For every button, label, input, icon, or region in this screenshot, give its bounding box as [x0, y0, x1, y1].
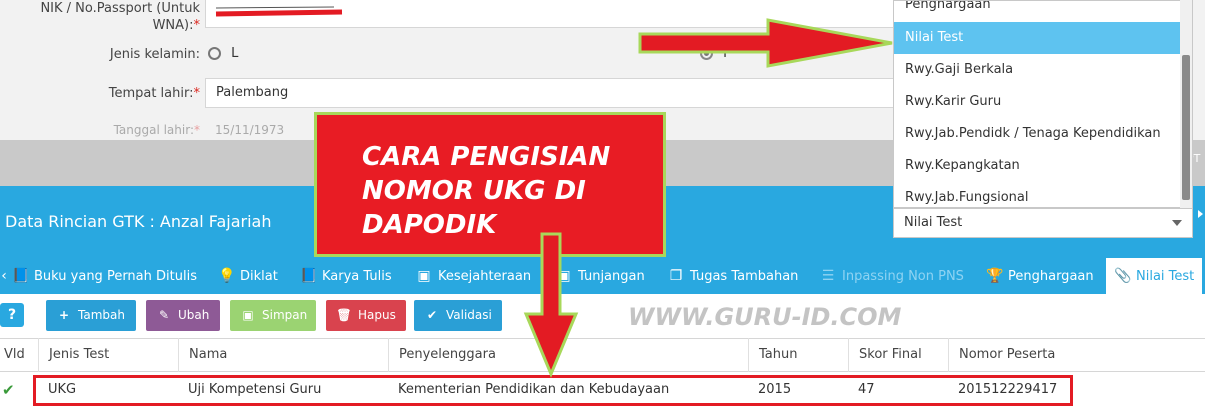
- tab-select[interactable]: Nilai Test: [893, 208, 1193, 238]
- tab-dropdown-list[interactable]: Penghargaan Nilai Test Rwy.Gaji Berkala …: [893, 0, 1193, 208]
- dropdown-item[interactable]: Rwy.Karir Guru: [894, 86, 1180, 118]
- dropdown-item[interactable]: Rwy.Jab.Fungsional: [894, 182, 1180, 207]
- dropdown-scroll-thumb[interactable]: [1182, 55, 1190, 200]
- column-header-jenis-test[interactable]: Jenis Test: [38, 338, 178, 372]
- gender-radio-l[interactable]: L: [208, 46, 238, 61]
- tab-tugas-tambahan[interactable]: ❐ Tugas Tambahan: [668, 258, 799, 294]
- tab-karya-tulis[interactable]: 📘 Karya Tulis: [300, 258, 392, 294]
- chevron-left-icon[interactable]: ‹: [0, 258, 8, 294]
- tab-nilai-test[interactable]: 📎 Nilai Test: [1106, 258, 1203, 294]
- birthdate-label: Tanggal lahir:*: [113, 123, 200, 137]
- column-header-tahun[interactable]: Tahun: [748, 338, 848, 372]
- watermark: WWW.GURU-ID.COM: [628, 303, 902, 331]
- add-button[interactable]: + Tambah: [46, 300, 136, 331]
- copy-icon: ❐: [669, 268, 683, 284]
- column-header-nama[interactable]: Nama: [178, 338, 388, 372]
- check-icon: ✔: [426, 308, 438, 322]
- help-button[interactable]: ?: [0, 303, 24, 327]
- column-header-skor-final[interactable]: Skor Final: [848, 338, 948, 372]
- book-icon: 📘: [12, 268, 30, 284]
- chevron-down-icon: [1172, 220, 1182, 226]
- arrow-right-annotation: [638, 18, 893, 68]
- callout-title: CARA PENGISIAN NOMOR UKG DI DAPODIK: [362, 142, 611, 240]
- trash-icon: 🗑: [336, 308, 352, 322]
- plus-icon: +: [58, 308, 70, 322]
- scroll-right-icon[interactable]: [1198, 210, 1203, 218]
- dropdown-item[interactable]: Penghargaan: [894, 1, 1180, 21]
- arrow-down-annotation: [523, 232, 579, 378]
- tab-inpassing[interactable]: ☰ Inpassing Non PNS: [820, 258, 964, 294]
- column-header-vld[interactable]: Vld: [0, 338, 38, 372]
- dropdown-item[interactable]: Rwy.Jab.Pendidk / Tenaga Kependidikan: [894, 118, 1180, 150]
- gender-label: Jenis kelamin:: [109, 47, 200, 62]
- dropdown-item[interactable]: Rwy.Kepangkatan: [894, 150, 1180, 182]
- redaction-scribble: [215, 6, 343, 17]
- delete-button[interactable]: 🗑 Hapus: [326, 300, 406, 331]
- pencil-icon: ✎: [158, 308, 170, 322]
- tab-buku[interactable]: ‹ 📘 Buku yang Pernah Ditulis: [0, 258, 197, 294]
- column-header-nomor-peserta[interactable]: Nomor Peserta: [948, 338, 1205, 372]
- book-icon: 📘: [300, 268, 318, 284]
- nik-label: NIK / No.Passport (Untuk WNA):*: [40, 1, 200, 33]
- money-icon: ▣: [417, 268, 431, 284]
- edit-button[interactable]: ✎ Ubah: [146, 300, 220, 331]
- dropdown-item-selected[interactable]: Nilai Test: [894, 22, 1180, 54]
- tab-penghargaan[interactable]: 🏆 Penghargaan: [986, 258, 1094, 294]
- birthplace-field[interactable]: Palembang: [205, 78, 895, 108]
- dropdown-item[interactable]: Rwy.Gaji Berkala: [894, 54, 1180, 86]
- save-button[interactable]: ▣ Simpan: [230, 300, 316, 331]
- birthdate-field[interactable]: 15/11/1973: [215, 123, 284, 137]
- highlight-box: [33, 375, 1073, 406]
- paperclip-icon: 📎: [1114, 268, 1132, 284]
- birthplace-label: Tempat lahir:*: [108, 86, 200, 101]
- trophy-icon: 🏆: [986, 268, 1004, 284]
- list-icon: ☰: [821, 268, 835, 284]
- floppy-icon: ▣: [242, 308, 254, 322]
- page-title: Data Rincian GTK : Anzal Fajariah: [5, 212, 272, 231]
- tab-diklat[interactable]: 💡 Diklat: [218, 258, 278, 294]
- validate-button[interactable]: ✔ Validasi: [414, 300, 502, 331]
- radio-icon: [208, 47, 221, 60]
- tab-kesejahteraan[interactable]: ▣ Kesejahteraan: [416, 258, 531, 294]
- lightbulb-icon: 💡: [218, 268, 236, 284]
- validated-check-icon: ✔: [2, 381, 15, 399]
